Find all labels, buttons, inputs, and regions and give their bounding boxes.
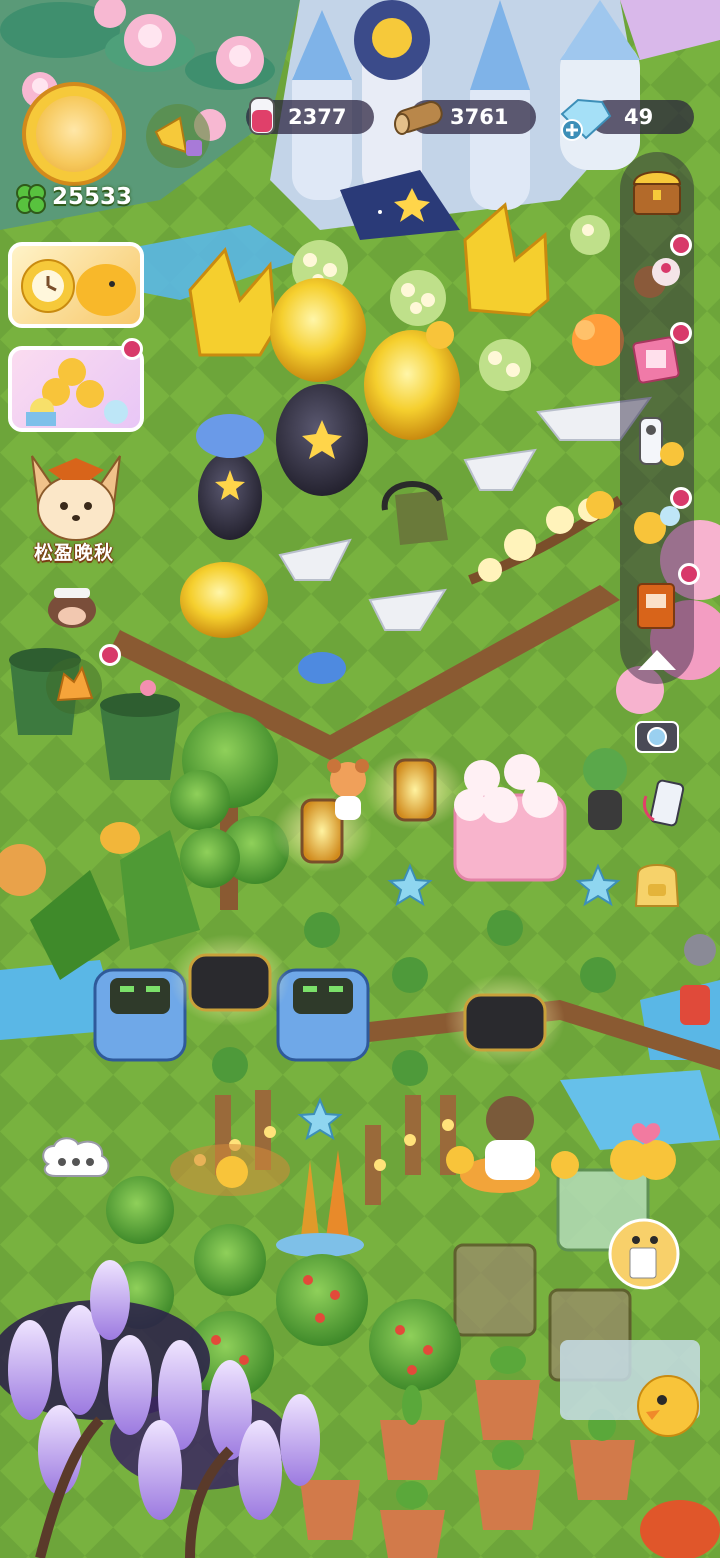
cat-npc xyxy=(684,934,716,966)
wood-count: 3761 xyxy=(450,105,509,129)
fennec-fox-icon xyxy=(31,455,121,541)
bear-friends-icon xyxy=(634,258,680,298)
megaphone-icon xyxy=(146,104,210,168)
autumn-event-label: 松盈晚秋 xyxy=(33,542,114,564)
chick-letter-icon xyxy=(608,1218,680,1290)
chat-bubble-icon xyxy=(42,1137,110,1177)
clover-icon xyxy=(16,184,46,214)
right-side-menu xyxy=(620,152,694,684)
backpack-icon xyxy=(634,864,680,907)
potion-counter[interactable]: 2377 xyxy=(246,97,374,135)
event-card-golden-chick[interactable] xyxy=(8,242,144,328)
remote-control-button[interactable] xyxy=(626,412,688,474)
chick-letter-button[interactable] xyxy=(604,1214,684,1294)
clover-count-value: 25533 xyxy=(52,184,133,210)
notification-dot xyxy=(670,322,692,344)
remote-control-icon xyxy=(639,417,684,466)
treasure-chest-icon xyxy=(632,171,682,215)
journal-book-icon xyxy=(637,583,675,629)
phone-rotate-icon xyxy=(642,779,685,827)
autumn-event-button[interactable] xyxy=(18,446,134,542)
game-world[interactable] xyxy=(0,0,720,1558)
chat-button[interactable] xyxy=(38,1134,114,1192)
friends-button[interactable] xyxy=(626,248,688,310)
crystal-gem-icon xyxy=(560,98,612,141)
red-lantern xyxy=(640,1500,720,1558)
pink-potion-icon xyxy=(249,97,275,135)
orange-crystal-icon xyxy=(46,658,102,714)
event-card-chick-party[interactable] xyxy=(8,346,144,432)
cow-icon xyxy=(48,588,96,628)
orange-coral xyxy=(572,314,624,366)
backpack-button[interactable] xyxy=(626,854,688,916)
camera-icon xyxy=(635,721,679,753)
wood-log-icon xyxy=(394,101,443,135)
wood-counter[interactable]: 3761 xyxy=(394,100,536,135)
player-avatar-button[interactable] xyxy=(22,82,126,186)
cow-npc-button[interactable] xyxy=(40,580,104,630)
crystal-reward-button[interactable] xyxy=(40,652,108,720)
chick-couple-button[interactable] xyxy=(602,1116,682,1186)
gem-count: 49 xyxy=(624,105,654,129)
phone-button[interactable] xyxy=(640,776,690,832)
chick-heart-icon xyxy=(610,1123,676,1180)
notification-dot xyxy=(670,487,692,509)
camera-button[interactable] xyxy=(634,714,680,754)
gem-add-button[interactable] xyxy=(556,94,614,142)
announcement-button[interactable] xyxy=(142,100,214,170)
notification-dot xyxy=(121,338,143,360)
notification-dot xyxy=(99,644,121,666)
collapse-menu-button[interactable] xyxy=(626,640,688,680)
potion-count: 2377 xyxy=(288,105,347,129)
notification-dot xyxy=(678,563,700,585)
journal-button[interactable] xyxy=(626,574,688,636)
golden-chick-icon xyxy=(21,259,136,316)
notification-dot xyxy=(670,234,692,256)
chevron-up-icon xyxy=(638,650,676,670)
chick-photographer-icon xyxy=(637,1375,699,1437)
chick-party-icon xyxy=(26,358,128,426)
camera-chick-button[interactable] xyxy=(630,1370,700,1444)
hydrant xyxy=(680,985,710,1025)
chick-avatar xyxy=(36,96,112,172)
treasure-chest-button[interactable] xyxy=(626,162,688,224)
